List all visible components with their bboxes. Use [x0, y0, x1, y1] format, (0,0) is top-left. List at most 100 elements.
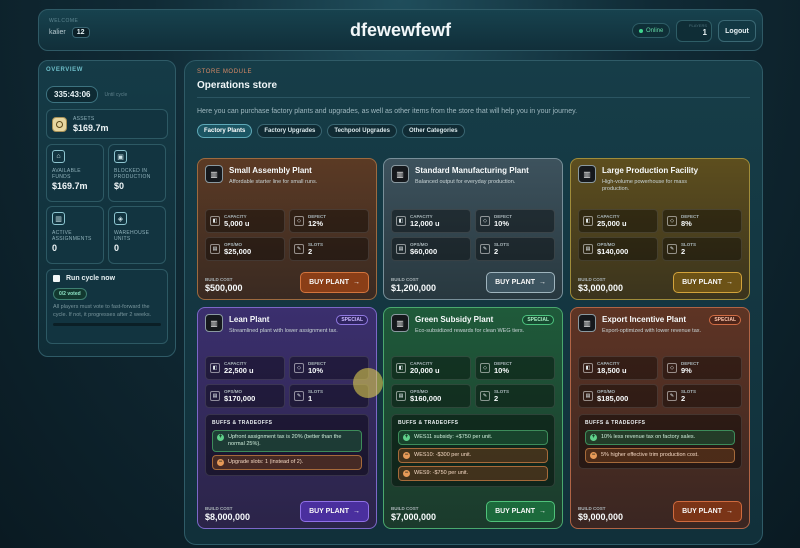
defect-stat: ◇ DEFECT 10%	[475, 209, 555, 233]
buy-label: BUY PLANT	[495, 508, 535, 515]
stat-value: 2	[494, 247, 499, 256]
cash-icon: ▤	[396, 244, 406, 254]
cash-icon: ▤	[396, 391, 406, 401]
stat-value: 10%	[308, 366, 324, 375]
active-assignments-tile: ▥ ACTIVE ASSIGNMENTS 0	[46, 206, 104, 264]
stat-value: 1	[308, 394, 313, 403]
stat-value: 25,000 u	[597, 219, 627, 228]
tradeoff-text: WES9: -$750 per unit.	[414, 470, 469, 476]
ops-stat: ▤ OPS/MO $160,000	[391, 384, 471, 408]
ops-stat: ▤ OPS/MO $25,000	[205, 237, 285, 261]
tradeoff-text: Upgrade slots: 1 (instead of 2).	[228, 459, 304, 465]
box-icon: ◈	[114, 212, 127, 225]
arrow-right-icon: →	[539, 279, 546, 286]
plus-icon: +	[217, 434, 224, 441]
run-cycle-label: Run cycle now	[66, 275, 116, 282]
slots-stat: ✎ SLOTS 2	[475, 384, 555, 408]
tile-label: ACTIVE ASSIGNMENTS	[52, 230, 92, 242]
stat-value: $185,000	[597, 394, 629, 403]
tradeoff-item: −5% higher effective trim production cos…	[585, 448, 735, 463]
online-dot-icon	[639, 28, 643, 33]
capacity-icon: ◧	[583, 216, 593, 226]
coin-icon	[52, 116, 67, 132]
stat-value: 2	[494, 394, 499, 403]
build-cost-value: $7,000,000	[391, 512, 437, 522]
tradeoff-item: − WES10: -$300 per unit.	[398, 448, 548, 463]
shield-icon: ◇	[667, 363, 677, 373]
store-intro: Here you can purchase factory plants and…	[197, 108, 578, 115]
overview-heading: OVERVIEW	[46, 67, 84, 73]
factory-icon: ▥	[52, 212, 65, 225]
factory-icon: ▥	[578, 314, 596, 332]
arrow-right-icon: →	[539, 508, 546, 515]
plus-icon: +	[590, 434, 597, 441]
special-badge: SPECIAL	[522, 315, 554, 325]
tab-factory-plants[interactable]: Factory Plants	[197, 124, 253, 138]
buy-plant-button[interactable]: BUY PLANT →	[673, 501, 742, 522]
buy-label: BUY PLANT	[495, 279, 535, 286]
capacity-stat: ◧ CAPACITY 12,000 u	[391, 209, 471, 233]
minus-icon: −	[403, 470, 410, 477]
logout-button[interactable]: Logout	[718, 20, 756, 42]
buy-plant-button[interactable]: BUY PLANT →	[300, 272, 369, 293]
buffs-panel: BUFFS & TRADEOFFS + Upfront assignment ta…	[205, 414, 369, 476]
tab-techpool-upgrades[interactable]: Techpool Upgrades	[327, 124, 397, 138]
minus-icon: −	[590, 452, 597, 459]
tab-other-categories[interactable]: Other Categories	[401, 124, 465, 138]
stat-value: 5,000 u	[224, 219, 250, 228]
build-cost-label: BUILD COST	[205, 506, 233, 511]
buff-item: + Upfront assignment tax is 20% (better t…	[212, 430, 362, 452]
tile-value: $0	[114, 181, 125, 191]
factory-icon: ▥	[578, 165, 596, 183]
wrench-icon: ✎	[667, 244, 677, 254]
buffs-heading: BUFFS & TRADEOFFS	[398, 420, 459, 426]
buy-plant-button[interactable]: BUY PLANT →	[486, 272, 555, 293]
user-info: WELCOME kalier 12	[49, 18, 90, 38]
buy-plant-button[interactable]: BUY PLANT →	[486, 501, 555, 522]
ops-stat: ▤ OPS/MO $140,000	[578, 237, 658, 261]
build-cost-value: $3,000,000	[578, 283, 624, 293]
buff-text: WES11 subsidy: +$750 per unit.	[414, 434, 493, 440]
user-level-badge: 12	[71, 27, 90, 38]
capacity-icon: ◧	[396, 216, 406, 226]
shield-icon: ◇	[480, 216, 490, 226]
overview-sidebar: OVERVIEW 335:43:06 Until cycle ASSETS $1…	[38, 60, 176, 357]
capacity-stat: ◧ CAPACITY 22,500 u	[205, 356, 285, 380]
tab-factory-upgrades[interactable]: Factory Upgrades	[257, 124, 323, 138]
buy-label: BUY PLANT	[682, 508, 722, 515]
stat-value: $25,000	[224, 247, 252, 256]
buy-plant-button[interactable]: BUY PLANT →	[673, 272, 742, 293]
buy-plant-button[interactable]: BUY PLANT →	[300, 501, 369, 522]
run-cycle-panel: Run cycle now 0/2 voted All players must…	[46, 269, 168, 344]
assets-value: $169.7m	[73, 122, 109, 133]
factory-icon: ▥	[205, 165, 223, 183]
ops-stat: ▤ OPS/MO $60,000	[391, 237, 471, 261]
available-funds-tile: ⌂ AVAILABLE FUNDS $169.7m	[46, 144, 104, 202]
slots-stat: ✎ SLOTS 2	[475, 237, 555, 261]
build-cost-value: $9,000,000	[578, 512, 624, 522]
stat-value: 20,000 u	[410, 366, 440, 375]
shield-icon: ◇	[480, 363, 490, 373]
tradeoff-text: WES10: -$300 per unit.	[414, 452, 472, 458]
assets-label: ASSETS	[73, 115, 95, 122]
plant-description: Export-optimized with lower revenue tax.	[602, 328, 702, 334]
run-cycle-checkbox[interactable]	[53, 275, 60, 282]
arrow-right-icon: →	[726, 508, 733, 515]
plant-card-lean: ▥ Lean Plant Streamlined plant with lowe…	[197, 307, 377, 529]
vote-progress-bar	[53, 323, 161, 326]
players-counter: PLAYERS 1	[676, 20, 712, 42]
bank-icon: ⌂	[52, 150, 65, 163]
plus-icon: +	[403, 434, 410, 441]
shield-icon: ◇	[294, 216, 304, 226]
special-badge: SPECIAL	[709, 315, 741, 325]
minus-icon: −	[217, 459, 224, 466]
buff-text: Upfront assignment tax is 20% (better th…	[228, 434, 342, 447]
assets-tile: ASSETS $169.7m	[46, 109, 168, 139]
stat-value: 8%	[681, 219, 692, 228]
votes-badge: 0/2 voted	[53, 288, 87, 300]
wrench-icon: ✎	[294, 244, 304, 254]
buff-item: +10% less revenue tax on factory sales.	[585, 430, 735, 445]
status-label: Online	[646, 27, 664, 34]
store-title: Operations store	[197, 80, 278, 91]
lock-icon: ▣	[114, 150, 127, 163]
